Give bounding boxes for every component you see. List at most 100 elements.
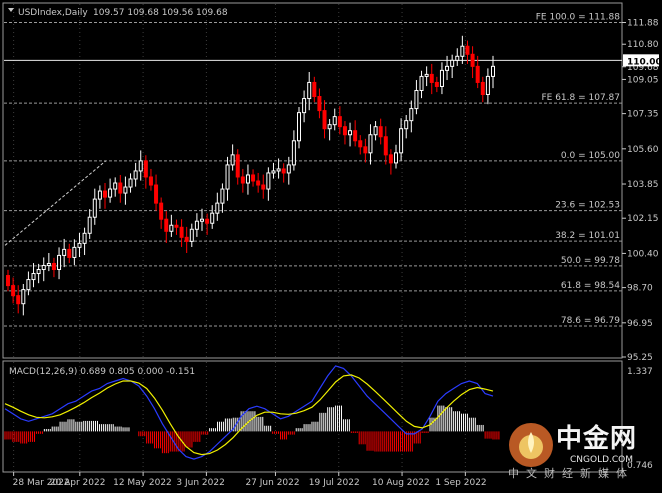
candle-body [465, 45, 470, 55]
candle-body [51, 262, 56, 271]
candle-body [424, 73, 429, 77]
candle-body [271, 170, 276, 174]
price-tick-label: 110.80 [627, 40, 659, 50]
price-tick-label: 111.88 [627, 19, 659, 29]
macd-title: MACD(12,26,9) 0.689 0.805 0.000 -0.151 [9, 367, 195, 377]
time-tick-label: 1 Sep 2022 [435, 478, 486, 488]
time-tick-label: 19 Jul 2022 [309, 478, 360, 488]
candle-body [179, 226, 184, 238]
candle-body [159, 202, 164, 220]
candle-body [220, 188, 225, 204]
candle-body [455, 55, 460, 61]
watermark-brand: 中金网 [556, 424, 638, 454]
candle-body [251, 174, 256, 182]
symbol-label: USDIndex,Daily [18, 8, 88, 18]
candle-body [123, 186, 128, 194]
candle-body [16, 295, 21, 305]
fib-level-label: FE 100.0 = 111.88 [536, 13, 621, 23]
price-tick-label: 103.85 [627, 180, 659, 190]
price-tick-label: 109.05 [627, 75, 659, 85]
candle-body [164, 218, 169, 232]
price-tick-label: 100.40 [627, 249, 659, 259]
candle-body [128, 178, 133, 188]
macd-histogram [4, 405, 500, 454]
candle-body [240, 176, 245, 184]
candle-body [450, 59, 455, 67]
candle-body [429, 73, 434, 83]
candle-body [297, 112, 301, 142]
candle-body [72, 246, 77, 258]
candle-body [419, 75, 424, 91]
candle-body [210, 212, 215, 224]
main-grid [13, 4, 466, 471]
candle-body [363, 146, 368, 154]
candle-body [62, 248, 67, 256]
price-candles [6, 35, 495, 316]
candle-body [317, 96, 322, 112]
candle-body [148, 176, 153, 186]
time-tick-label: 10 Aug 2022 [372, 478, 430, 488]
candle-body [225, 164, 230, 190]
candle-body [399, 128, 404, 154]
candle-body [353, 130, 358, 142]
candle-body [82, 232, 87, 244]
main-panel-frame [2, 2, 623, 359]
candle-body [291, 140, 296, 166]
candle-body [414, 89, 419, 110]
price-tick-label: 96.95 [627, 319, 653, 329]
candle-body [169, 224, 174, 232]
ohlc-values: 109.57 109.68 109.56 109.68 [93, 8, 228, 18]
candle-body [41, 264, 46, 271]
watermark-slogan: 中文财经新媒体 [508, 467, 634, 480]
candle-body [276, 168, 281, 172]
candle-body [475, 65, 480, 83]
candle-body [373, 126, 378, 136]
candle-body [470, 53, 475, 67]
fib-level-label: 78.6 = 96.79 [561, 316, 620, 326]
price-tick-label: 95.25 [627, 353, 653, 363]
candle-body [332, 116, 337, 126]
candle-body [342, 126, 347, 136]
macd-max-label: 1.337 [627, 367, 653, 377]
price-tick-label: 105.60 [627, 145, 659, 155]
candle-body [378, 126, 383, 138]
candle-body [11, 285, 16, 297]
candle-body [404, 120, 409, 130]
candle-body [77, 242, 82, 248]
fib-level-label: 23.6 = 102.53 [555, 201, 620, 211]
candle-body [138, 160, 143, 172]
price-axis: 111.88110.80109.68109.05107.35105.60103.… [622, 19, 662, 363]
candle-body [261, 184, 266, 190]
watermark: 中金网 CNGOLD.COM 中文财经新媒体 [500, 418, 662, 488]
candle-body [189, 228, 194, 242]
fib-level-label: 50.0 = 99.78 [561, 256, 620, 266]
candle-body [368, 134, 373, 154]
candle-body [118, 182, 123, 194]
candle-body [154, 184, 159, 204]
candle-body [445, 65, 450, 71]
candle-body [113, 182, 118, 190]
candle-body [460, 45, 465, 57]
candle-body [31, 273, 36, 281]
candle-body [133, 170, 138, 180]
candle-body [286, 164, 291, 174]
candle-body [358, 140, 363, 148]
dropdown-triangle-icon[interactable] [8, 8, 14, 12]
candle-body [256, 180, 261, 186]
candle-body [184, 236, 189, 242]
candle-body [388, 154, 393, 164]
candle-body [348, 130, 353, 136]
fib-level-label: 0.0 = 105.00 [561, 151, 620, 161]
candle-body [200, 218, 204, 222]
candle-body [281, 168, 286, 174]
candle-body [491, 65, 495, 77]
candle-body [108, 188, 113, 198]
time-tick-label: 3 Jun 2022 [176, 478, 224, 488]
candle-body [439, 69, 444, 87]
fib-level-label: 61.8 = 98.54 [561, 281, 620, 291]
candle-body [67, 248, 72, 258]
candle-body [174, 224, 179, 228]
main-price-panel: FE 100.0 = 111.88 FE 61.8 = 107.87 0.0 = 1… [2, 2, 662, 471]
flame-logo-icon [509, 423, 553, 467]
candle-body [337, 116, 342, 128]
